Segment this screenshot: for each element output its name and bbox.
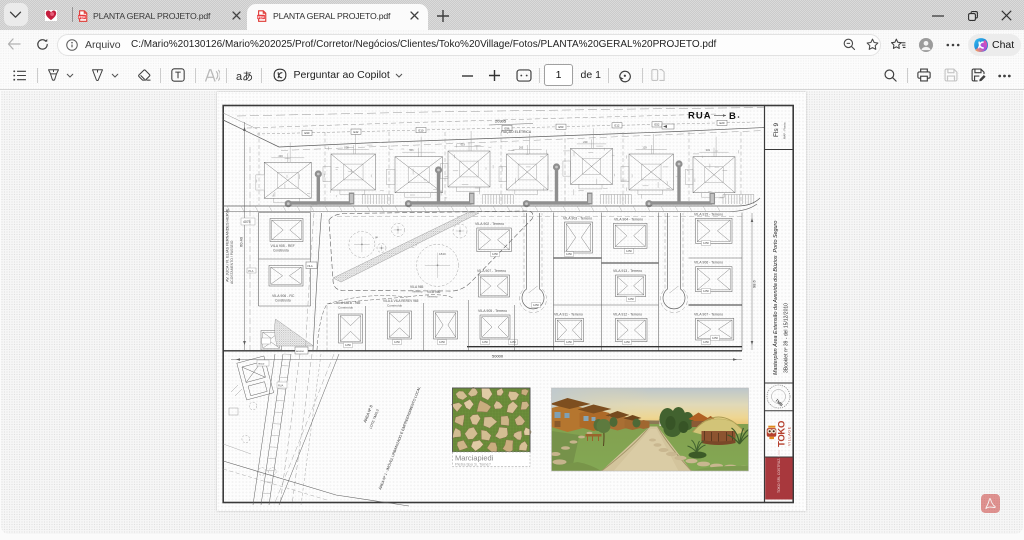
svg-text:TOKO SRL COSTRUZ. Ltda: TOKO SRL COSTRUZ. Ltda	[777, 450, 781, 493]
svg-text:VILLAGE: VILLAGE	[787, 426, 791, 446]
svg-text:B: B	[729, 111, 736, 122]
svg-text:PDF: PDF	[79, 15, 86, 19]
svg-text:Construída: Construída	[275, 299, 291, 303]
svg-text:VILA 912 - Terreno: VILA 912 - Terreno	[613, 313, 642, 317]
svg-text:249: 249	[583, 140, 588, 144]
svg-text:Terreno: Terreno	[427, 295, 438, 299]
svg-text:Construído: Construído	[338, 306, 353, 310]
svg-text:619: 619	[460, 143, 465, 147]
svg-text:1840: 1840	[439, 252, 446, 256]
svg-text:Terreno: Terreno	[412, 290, 423, 294]
svg-text:3Booklet nº 39 - del 15/12/201: 3Booklet nº 39 - del 15/12/2010	[783, 303, 789, 373]
svg-text:VILA 915 - Terreno: VILA 915 - Terreno	[694, 213, 723, 217]
svg-text:FIAÇÃO ELÉTRICA: FIAÇÃO ELÉTRICA	[501, 129, 532, 134]
svg-text:349: 349	[705, 148, 710, 152]
svg-text:1250: 1250	[345, 343, 351, 347]
svg-text:VILA 965: VILA 965	[410, 285, 424, 289]
svg-text:VILA: VILA	[248, 270, 254, 273]
svg-text:1250: 1250	[626, 249, 632, 253]
svg-text:Construída: Construída	[273, 249, 289, 253]
svg-text:1250: 1250	[533, 303, 539, 307]
svg-text:129: 129	[642, 146, 647, 150]
svg-text:Construído: Construído	[387, 304, 402, 308]
svg-text:PDF: PDF	[258, 15, 265, 19]
svg-text:433: 433	[278, 154, 283, 158]
svg-text:556: 556	[409, 148, 414, 152]
svg-text:60.40: 60.40	[238, 236, 243, 247]
svg-text:1250: 1250	[510, 340, 516, 344]
svg-text:1250: 1250	[712, 336, 718, 340]
svg-text:recuo: recuo	[258, 363, 265, 366]
svg-text:1250: 1250	[703, 289, 709, 293]
svg-text:TOKO: TOKO	[776, 421, 787, 447]
svg-text:VILA 913 - Terreno: VILA 913 - Terreno	[613, 269, 642, 273]
svg-text:98.6: 98.6	[751, 279, 756, 288]
svg-text:ÁREA Nº 1 - IMÓVEL URBANIZADO: ÁREA Nº 1 - IMÓVEL URBANIZADO E EMPREEND…	[377, 386, 421, 491]
svg-text:265: 265	[518, 146, 523, 150]
svg-text:acesso: acesso	[296, 350, 305, 353]
svg-text:VILA: VILA	[307, 264, 313, 268]
svg-text:E90: E90	[304, 131, 309, 135]
svg-text:1250: 1250	[624, 340, 630, 344]
svg-text:VILA 906 - Terreno: VILA 906 - Terreno	[694, 261, 723, 265]
svg-text:AV. JUCA / R. ELIAS FERNANDES: AV. JUCA / R. ELIAS FERNANDES HERVE	[225, 208, 229, 282]
svg-text:E20: E20	[719, 121, 724, 125]
svg-text:E12: E12	[614, 124, 619, 128]
svg-text:E10: E10	[418, 128, 423, 132]
svg-text:E53: E53	[558, 125, 563, 129]
svg-text:MAP - Planta: MAP - Planta	[782, 122, 786, 139]
svg-text:VILA 907 - Terreno: VILA 907 - Terreno	[477, 269, 506, 273]
svg-text:20305: 20305	[495, 119, 507, 124]
svg-text:RUA: RUA	[688, 111, 712, 122]
svg-text:VILA 905 - REF: VILA 905 - REF	[270, 244, 294, 248]
svg-text:VILA 902 - Terreno: VILA 902 - Terreno	[475, 222, 504, 226]
svg-text:VILA 6A1B - 965: VILA 6A1B - 965	[336, 301, 361, 305]
svg-text:50000: 50000	[492, 354, 504, 359]
svg-text:TMB: TMB	[774, 398, 784, 408]
svg-text:VILA & VILA REREV 965: VILA & VILA REREV 965	[383, 299, 419, 303]
svg-text:4075: 4075	[243, 220, 251, 224]
svg-text:E42: E42	[353, 130, 358, 134]
svg-text:go: go	[375, 235, 379, 239]
svg-text:Pietra tipo S. Tomé?: Pietra tipo S. Tomé?	[455, 462, 492, 467]
svg-text:1250: 1250	[439, 340, 445, 344]
svg-text:1250: 1250	[482, 340, 488, 344]
svg-text:1250: 1250	[566, 340, 572, 344]
svg-text:1250: 1250	[492, 252, 498, 256]
svg-text:E52: E52	[654, 123, 659, 127]
svg-text:1250: 1250	[703, 340, 709, 344]
svg-text:VILA 911 - Terreno: VILA 911 - Terreno	[554, 313, 583, 317]
svg-text:VILA 906 - RC: VILA 906 - RC	[272, 294, 295, 298]
svg-text:1250: 1250	[703, 241, 709, 245]
svg-text:ACOSTAMENTO / PASSEIO: ACOSTAMENTO / PASSEIO	[230, 240, 234, 284]
svg-text:1250: 1250	[394, 340, 400, 344]
svg-text:1250: 1250	[628, 297, 634, 301]
svg-text:VILA 905 - Terreno: VILA 905 - Terreno	[478, 309, 507, 313]
svg-text:VILA 903 - Terreno: VILA 903 - Terreno	[563, 217, 592, 221]
svg-text:1250: 1250	[566, 252, 572, 256]
svg-text:VILA 907 - Terreno: VILA 907 - Terreno	[694, 313, 723, 317]
svg-text:838: 838	[344, 146, 349, 150]
svg-text:VILA 966: VILA 966	[427, 290, 441, 294]
svg-text:RUA: RUA	[278, 385, 284, 388]
svg-text:VILA 904 - Terreno: VILA 904 - Terreno	[614, 218, 643, 222]
svg-text:Masterplan Área Extensão da Av: Masterplan Área Extensão da Avenida dos …	[772, 221, 779, 375]
svg-text:Fls 9: Fls 9	[773, 123, 780, 137]
